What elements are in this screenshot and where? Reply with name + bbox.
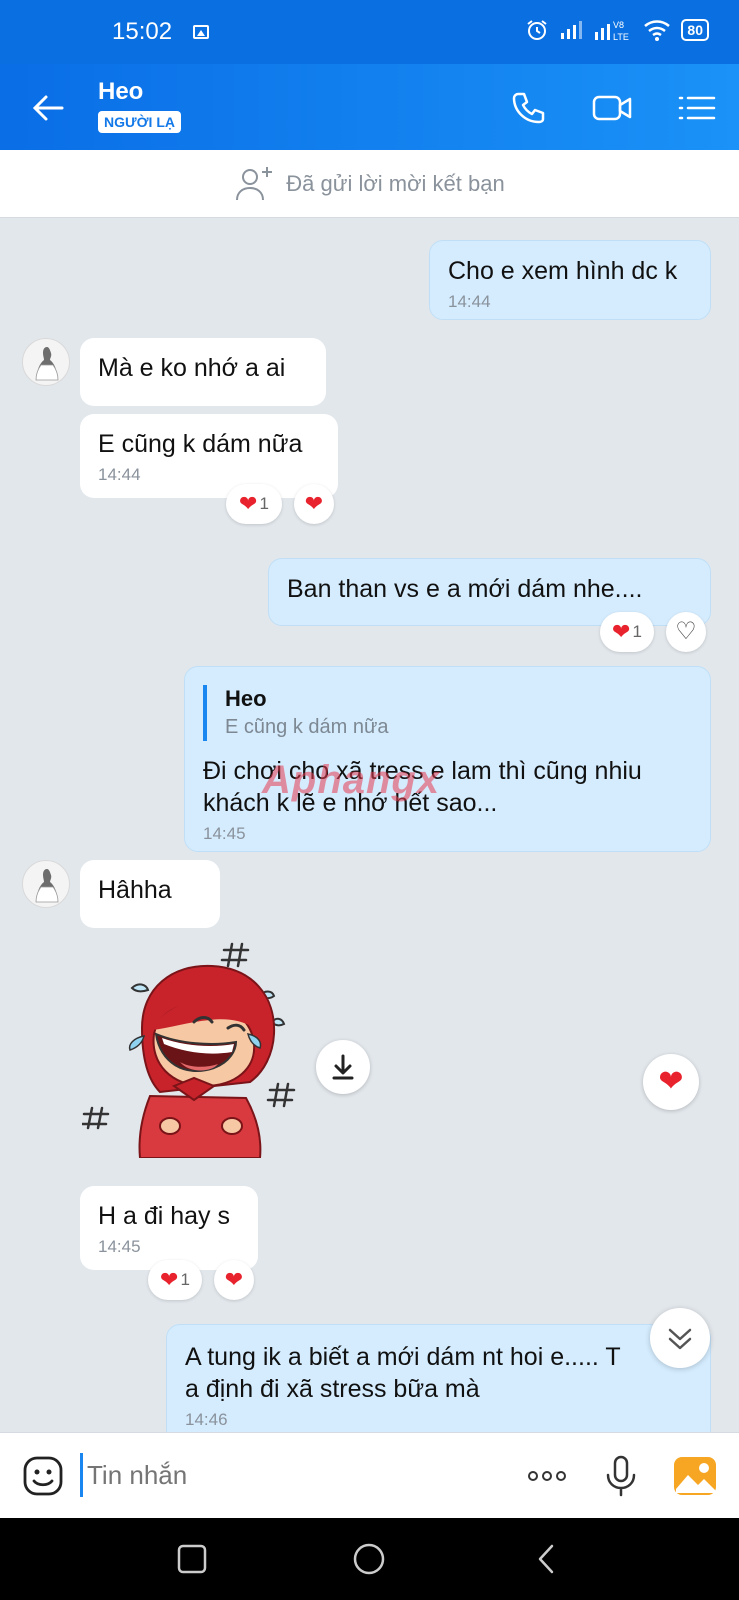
watermark: Aphangx [262,758,441,802]
phone-icon[interactable] [506,86,550,130]
image-gallery-icon[interactable] [672,1453,718,1499]
message-time: 14:45 [98,1237,141,1256]
reaction-summary[interactable]: ❤ 1 [600,612,654,652]
home-icon[interactable] [350,1540,388,1578]
chat-header: Heo NGƯỜI LẠ [0,64,739,150]
laughing-girl-sticker[interactable] [82,938,312,1158]
message-text: Ban than vs e a mới dám nhe.... [287,575,643,603]
message-time: 14:44 [448,292,491,311]
avatar[interactable] [22,860,70,908]
friend-request-banner: Đã gửi lời mời kết bạn [0,150,739,218]
stranger-badge: NGƯỜI LẠ [98,111,181,133]
react-heart-button[interactable]: ❤ [214,1260,254,1300]
message-bubble-incoming[interactable]: Hâhha [80,860,220,928]
heart-icon: ❤ [658,1065,684,1098]
reaction-count: 1 [632,622,642,641]
message-time: 14:45 [203,824,246,843]
message-input-bar [0,1432,739,1518]
reaction-count: 1 [259,494,269,513]
message-input[interactable] [80,1453,500,1497]
heart-icon: ❤ [612,619,631,644]
menu-list-icon[interactable] [674,86,718,130]
message-list[interactable]: Cho e xem hình dc k 14:44 Mà e ko nhớ a … [0,218,739,1432]
avatar[interactable] [22,338,70,386]
status-time: 15:02 [112,18,173,45]
add-friend-icon [236,166,273,200]
heart-icon: ❤ [304,491,324,516]
svg-text:V8: V8 [613,20,624,30]
message-bubble-incoming[interactable]: Mà e ko nhớ a ai [80,338,326,406]
friend-request-text: Đã gửi lời mời kết bạn [286,170,505,196]
message-text: E cũng k dám nữa [98,430,303,458]
message-text: Hâhha [98,876,172,904]
recent-apps-icon[interactable] [173,1540,211,1578]
avatar-image [35,869,59,903]
contact-name[interactable]: Heo [98,78,143,106]
download-sticker-button[interactable] [316,1040,370,1094]
signal-icon [561,21,583,39]
back-icon[interactable] [528,1540,566,1578]
more-options-icon[interactable] [524,1453,570,1499]
message-time: 14:44 [98,465,141,484]
avatar-image [35,347,59,381]
microphone-icon[interactable] [598,1453,644,1499]
double-chevron-down-icon [668,1328,692,1350]
heart-icon: ❤ [239,491,258,516]
react-heart-button[interactable]: ❤ [643,1054,699,1110]
react-heart-button[interactable]: ❤ [294,484,334,524]
reaction-summary[interactable]: ❤ 1 [226,484,282,524]
message-bubble-incoming[interactable]: H a đi hay s 14:45 [80,1186,258,1270]
download-icon [332,1054,354,1080]
signal-lte-icon: V8 LTE [595,20,629,42]
battery-indicator: 80 [681,19,709,41]
message-bubble-outgoing[interactable]: A tung ik a biết a mới dám nt hoi e.....… [166,1324,711,1432]
message-text: A tung ik a biết a mới dám nt hoi e.....… [185,1343,621,1403]
message-text: Mà e ko nhớ a ai [98,354,286,382]
status-bar: 15:02 V8 LTE 80 [0,0,739,64]
heart-icon: ❤ [224,1267,244,1292]
message-bubble-incoming[interactable]: E cũng k dám nữa 14:44 [80,414,338,498]
reaction-count: 1 [180,1270,190,1289]
message-time: 14:46 [185,1410,228,1429]
android-nav-bar [0,1518,739,1600]
quoted-sender: Heo [225,686,267,711]
wifi-icon [644,20,671,41]
gallery-notification-icon [193,25,209,39]
quoted-text: E cũng k dám nữa [225,716,389,738]
alarm-icon [527,20,548,40]
message-bubble-outgoing[interactable]: Cho e xem hình dc k 14:44 [429,240,711,320]
message-text: Cho e xem hình dc k [448,257,678,285]
quoted-message[interactable]: Heo E cũng k dám nữa [203,685,692,741]
heart-icon: ❤ [160,1267,179,1292]
heart-outline-icon: ♡ [675,618,697,645]
message-text: H a đi hay s [98,1202,231,1230]
status-icons: V8 LTE 80 [525,18,709,42]
emoji-sticker-icon[interactable] [20,1453,66,1499]
reaction-summary[interactable]: ❤ 1 [148,1260,202,1300]
video-call-icon[interactable] [590,86,634,130]
react-heart-button[interactable]: ♡ [666,612,706,652]
svg-text:LTE: LTE [613,32,629,42]
back-arrow-icon[interactable] [28,88,68,128]
scroll-to-bottom-button[interactable] [650,1308,710,1368]
